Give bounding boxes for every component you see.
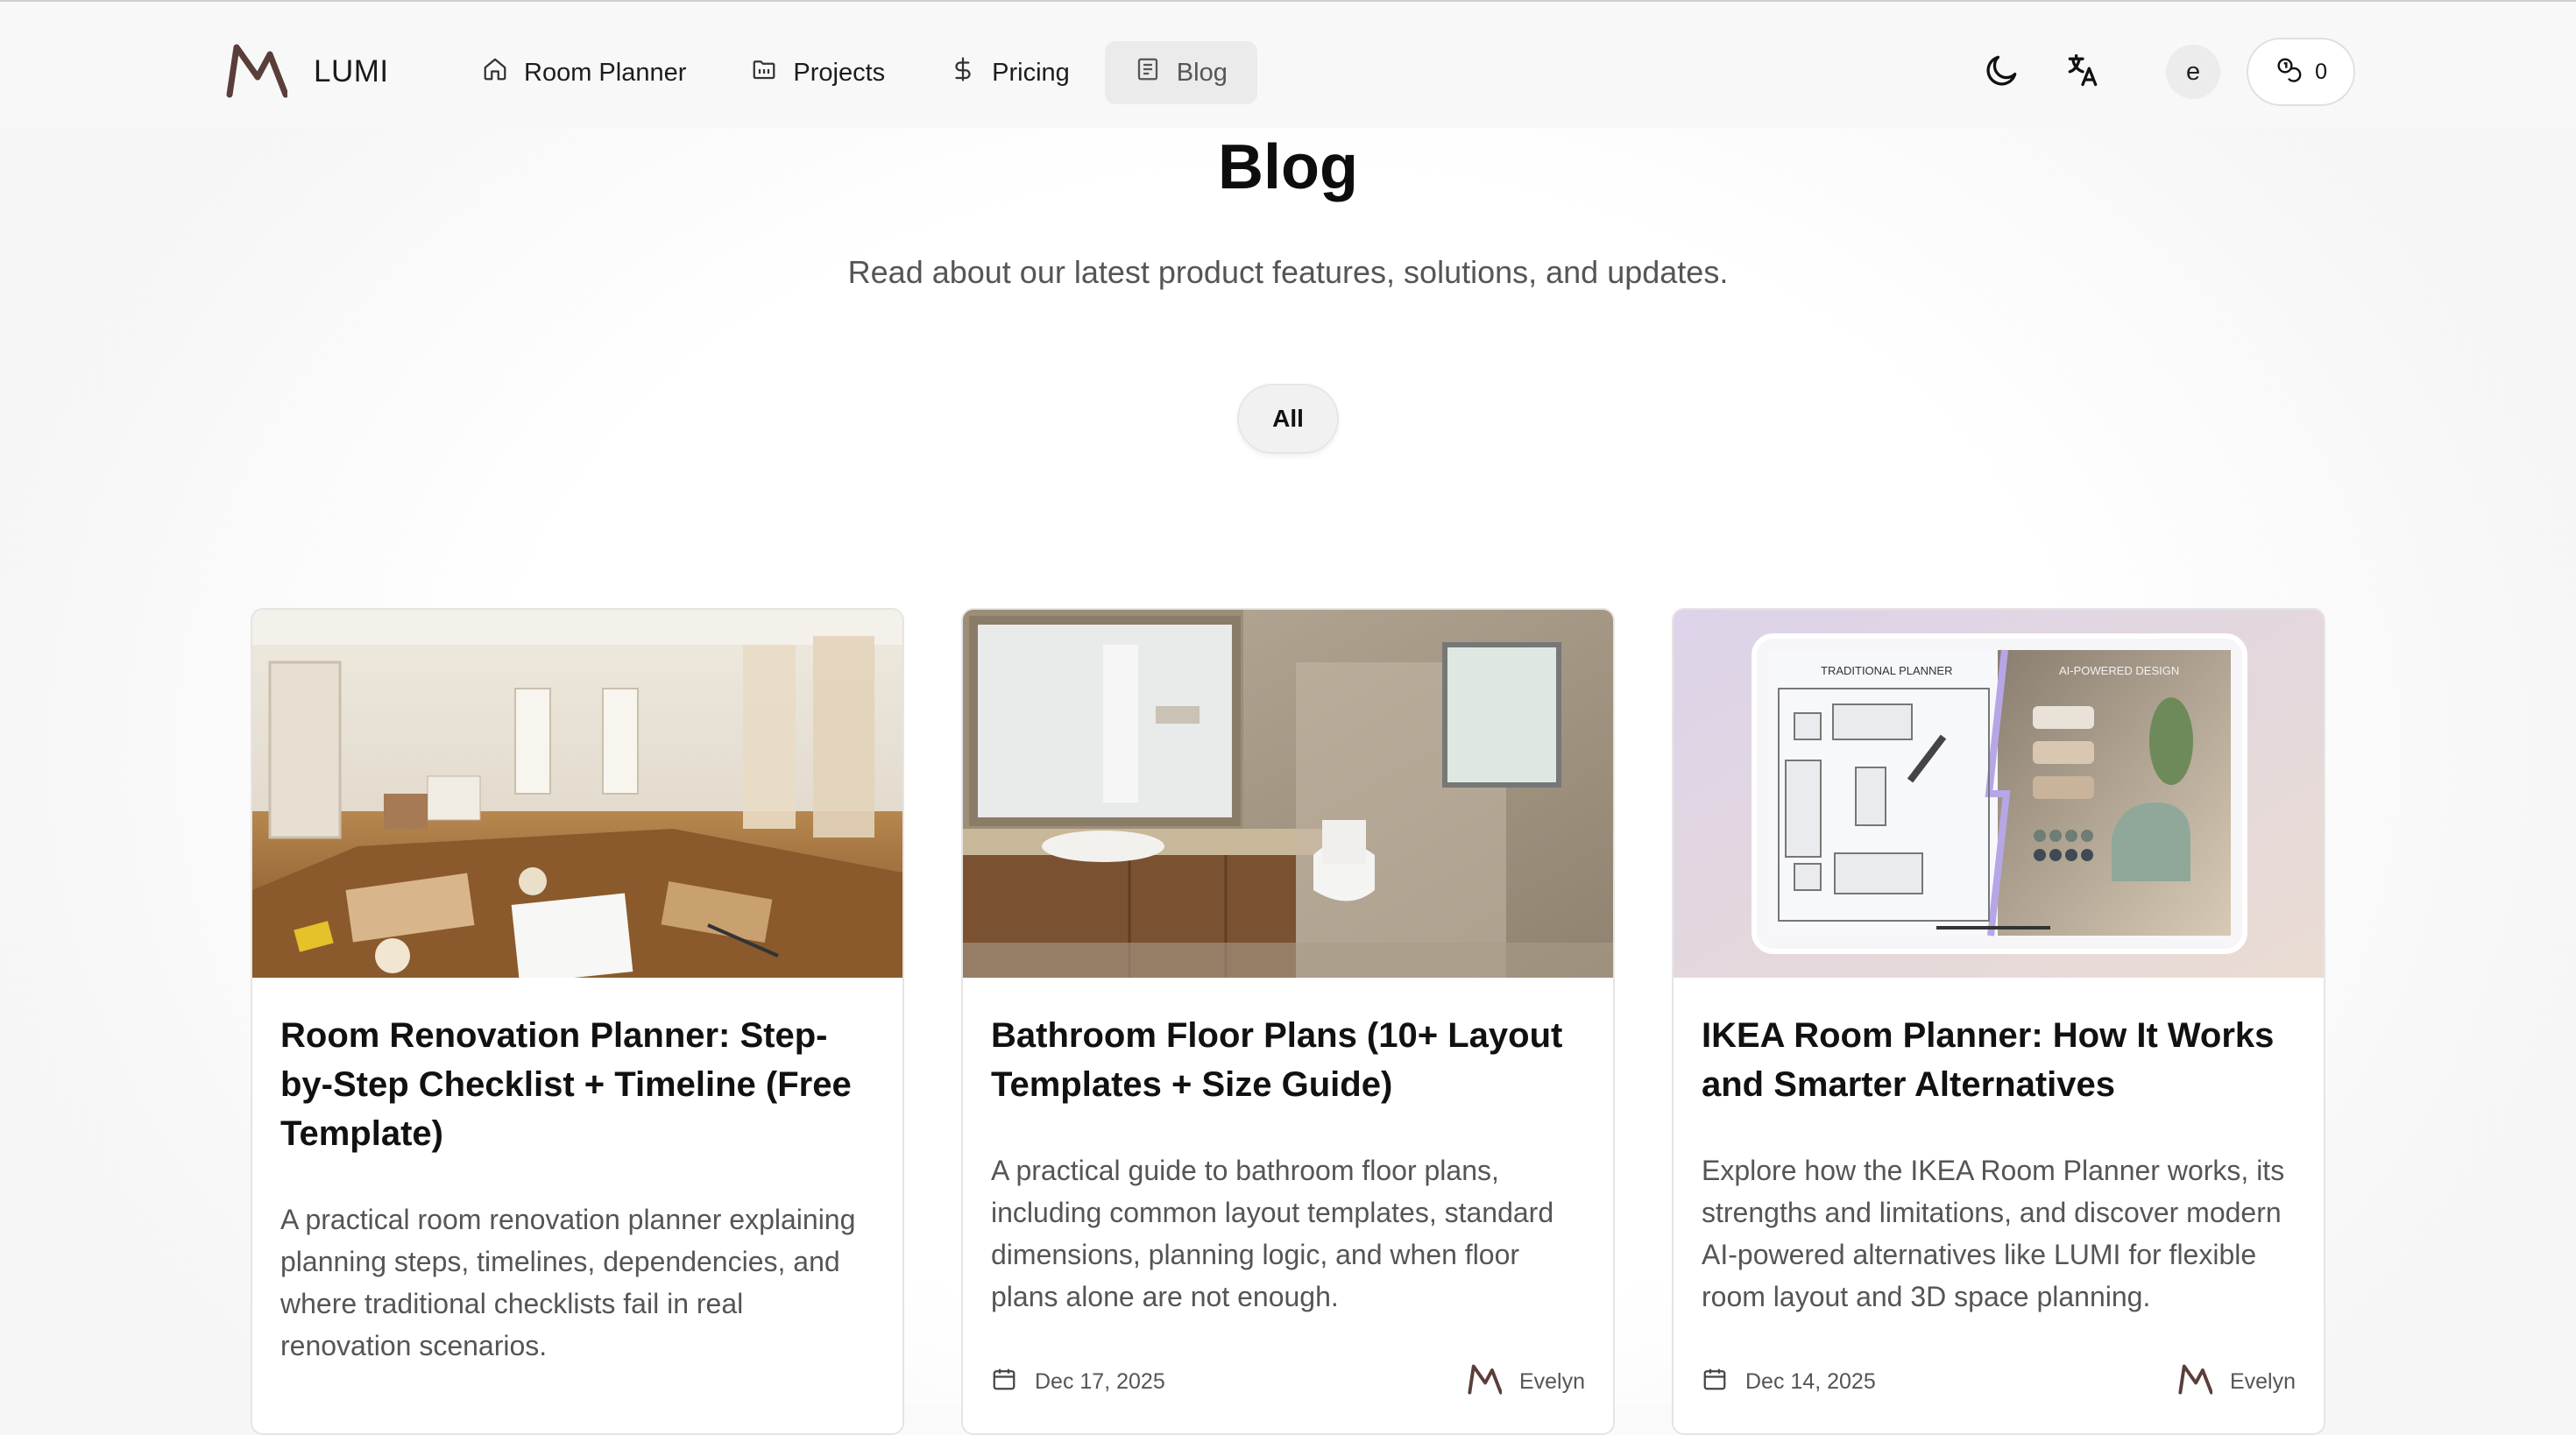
nav-actions: e 0 bbox=[1975, 37, 2355, 107]
bathroom-photo bbox=[963, 610, 1613, 978]
image-label-ai: AI-POWERED DESIGN bbox=[2059, 664, 2179, 677]
calendar-icon bbox=[1702, 1366, 1728, 1398]
card-meta: Dec 17, 2025 Evelyn bbox=[991, 1360, 1585, 1403]
nav-blog-label: Blog bbox=[1176, 58, 1228, 87]
newspaper-icon bbox=[1135, 56, 1161, 89]
card-excerpt: A practical room renovation planner expl… bbox=[280, 1204, 856, 1361]
dollar-icon bbox=[950, 56, 976, 89]
home-icon bbox=[482, 56, 508, 89]
blog-card-ikea[interactable]: TRADITIONAL PLANNER AI-POWERED DESIGN IK… bbox=[1672, 608, 2325, 1435]
post-author: Evelyn bbox=[2229, 1368, 2296, 1394]
tablet-planner-illustration: TRADITIONAL PLANNER AI-POWERED DESIGN bbox=[1674, 610, 2324, 978]
nav-projects[interactable]: Projects bbox=[721, 41, 915, 104]
main-nav: Room Planner Projects Pricing Blog bbox=[452, 41, 1257, 104]
card-excerpt: Explore how the IKEA Room Planner works,… bbox=[1702, 1155, 2285, 1312]
language-button[interactable] bbox=[2056, 45, 2110, 99]
post-date: Dec 17, 2025 bbox=[1035, 1368, 1165, 1394]
user-avatar[interactable]: e bbox=[2166, 45, 2221, 99]
nav-pricing[interactable]: Pricing bbox=[920, 41, 1100, 104]
theme-toggle-button[interactable] bbox=[1975, 45, 2029, 99]
page-title: Blog bbox=[1218, 132, 1358, 202]
calendar-icon bbox=[991, 1366, 1017, 1398]
nav-room-planner-label: Room Planner bbox=[524, 58, 687, 87]
card-title: Bathroom Floor Plans (10+ Layout Templat… bbox=[991, 1016, 1563, 1104]
author-avatar-logo-icon bbox=[2177, 1363, 2213, 1401]
translate-icon bbox=[2063, 51, 2102, 94]
image-label-traditional: TRADITIONAL PLANNER bbox=[1821, 664, 1953, 677]
card-excerpt: A practical guide to bathroom floor plan… bbox=[991, 1155, 1554, 1312]
folder-icon bbox=[751, 56, 777, 89]
nav-room-planner[interactable]: Room Planner bbox=[452, 41, 716, 104]
moon-icon bbox=[1983, 51, 2021, 94]
page-subtitle: Read about our latest product features, … bbox=[847, 254, 1729, 290]
blog-card-renovation[interactable]: Room Renovation Planner: Step-by-Step Ch… bbox=[251, 608, 904, 1435]
card-title: Room Renovation Planner: Step-by-Step Ch… bbox=[280, 1016, 852, 1153]
renovation-room-photo bbox=[252, 610, 902, 978]
card-title: IKEA Room Planner: How It Works and Smar… bbox=[1702, 1016, 2275, 1104]
post-author: Evelyn bbox=[1518, 1368, 1585, 1394]
blog-card-bathroom[interactable]: Bathroom Floor Plans (10+ Layout Templat… bbox=[961, 608, 1615, 1435]
brand-name: LUMI bbox=[314, 54, 389, 88]
nav-blog[interactable]: Blog bbox=[1104, 41, 1257, 104]
coins-icon bbox=[2275, 55, 2303, 89]
nav-pricing-label: Pricing bbox=[992, 58, 1070, 87]
filter-all-chip[interactable]: All bbox=[1237, 384, 1339, 454]
post-date: Dec 14, 2025 bbox=[1745, 1368, 1876, 1394]
brand-logo-link[interactable]: LUMI bbox=[224, 40, 389, 103]
author-avatar-logo-icon bbox=[1467, 1363, 1503, 1401]
card-meta: Dec 14, 2025 Evelyn bbox=[1702, 1360, 2296, 1403]
credits-button[interactable]: 0 bbox=[2247, 38, 2355, 106]
nav-projects-label: Projects bbox=[793, 58, 886, 87]
lumi-logo-icon bbox=[224, 42, 289, 102]
credits-count: 0 bbox=[2315, 59, 2327, 84]
navbar: LUMI Room Planner Projects Pricing Blog bbox=[0, 2, 2576, 128]
